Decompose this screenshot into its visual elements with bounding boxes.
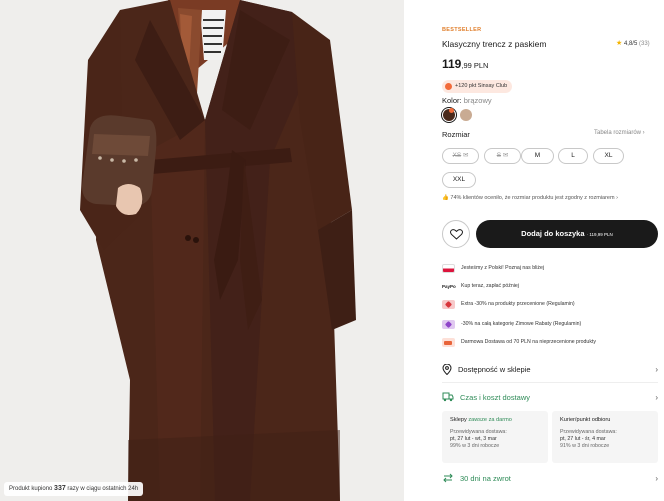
rating-value: 4,8/5 (623, 41, 638, 47)
paypo-logo: PayPo (442, 283, 456, 289)
polish-flag-icon (442, 263, 455, 273)
product-photo[interactable]: Produkt kupiono 337 razy w ciągu ostatni… (0, 0, 404, 501)
perk-text: Kup teraz, zapłać później (461, 283, 519, 289)
cart-label: Dodaj do koszyka (521, 229, 585, 238)
chevron-right-icon: › (655, 392, 658, 402)
chevron-right-icon: › (655, 473, 658, 483)
location-pin-icon (442, 363, 452, 375)
size-label: Rozmiar (442, 130, 470, 139)
card-accent: zawsze za darmo (468, 417, 512, 423)
price-rest: ,99 PLN (461, 61, 489, 70)
star-icon: ★ (616, 40, 623, 47)
color-label: Kolor: brązowy (442, 96, 492, 105)
fit-note-text: 74% klientów oceniło, że rozmiar produkt… (450, 195, 618, 201)
fit-note[interactable]: 👍 74% klientów oceniło, że rozmiar produ… (442, 195, 618, 201)
perk-paypo[interactable]: PayPo Kup teraz, zapłać później (442, 280, 519, 292)
perk-text: Extra -30% na produkty przecenione (Regu… (461, 301, 575, 307)
perk-extra-discount[interactable]: Extra -30% na produkty przecenione (Regu… (442, 298, 575, 310)
product-price: 119,99 PLN (442, 57, 488, 71)
perk-polish[interactable]: Jesteśmy z Polski! Poznaj nas bliżej (442, 262, 544, 274)
size-option-m[interactable]: M (521, 148, 554, 164)
perk-text: Darmowa Dostawa od 70 PLN na nieprzeceni… (461, 339, 596, 345)
size-option-l[interactable]: L (558, 148, 588, 164)
card-head: Kurier/punkt odbioru (560, 417, 650, 424)
size-option-s[interactable]: S ✉ (484, 148, 521, 164)
rating-count: (33) (638, 41, 650, 47)
card-line: pt, 27 lut - śr, 4 mar (560, 436, 606, 442)
banner-prefix: Produkt kupiono (9, 486, 53, 492)
delivery-section[interactable]: Czas i koszt dostawy › (442, 388, 658, 406)
returns-section[interactable]: 30 dni na zwrot › (442, 469, 658, 487)
color-label-text: Kolor: (442, 96, 462, 105)
card-line: pt, 27 lut - wt, 3 mar (450, 436, 497, 442)
banner-suffix: razy w ciągu ostatnich 24h (67, 486, 139, 492)
card-title: Sklepy (450, 417, 467, 423)
color-swatch-beige[interactable] (460, 109, 472, 121)
perk-winter-discount[interactable]: -30% na całą kategorię Zimowe Rabaty (Re… (442, 318, 581, 330)
delivery-label: Czas i koszt dostawy (460, 392, 531, 402)
product-image (0, 0, 404, 501)
delivery-card-stores: Sklepy zawsze za darmo Przewidywana dost… (442, 411, 548, 463)
mail-icon: ✉ (463, 152, 469, 159)
delivery-card-courier: Kurier/punkt odbioru Przewidywana dostaw… (552, 411, 658, 463)
truck-outline-icon (442, 392, 454, 402)
bestseller-badge: BESTSELLER (442, 27, 482, 33)
returns-label: 30 dni na zwrot (460, 473, 511, 483)
size-option-xl[interactable]: XL (593, 148, 624, 164)
club-icon (445, 83, 452, 90)
cart-price: · 119,99 PLN (586, 232, 613, 237)
heart-icon (450, 229, 463, 240)
perk-text: -30% na całą kategorię Zimowe Rabaty (Re… (461, 321, 582, 327)
card-line: 91% w 3 dni robocze (560, 443, 610, 449)
size-label-s: S (496, 152, 502, 159)
discount-tag-icon (442, 299, 455, 309)
availability-section[interactable]: Dostępność w sklepie › (442, 360, 658, 378)
perk-text: Jesteśmy z Polski! Poznaj nas bliżej (461, 265, 545, 271)
divider (442, 382, 658, 383)
favorite-button[interactable] (442, 220, 470, 248)
add-to-cart-button[interactable]: Dodaj do koszyka · 119,99 PLN (476, 220, 658, 248)
availability-label: Dostępność w sklepie (458, 364, 531, 374)
thumbs-up-icon: 👍 (442, 195, 449, 201)
card-head: Sklepy zawsze za darmo (450, 417, 540, 424)
mail-icon: ✉ (502, 152, 509, 159)
club-text: +120 pkt Sinsay Club (455, 83, 508, 89)
card-line: Przewidywana dostawa: (450, 429, 507, 435)
purchase-count-banner: Produkt kupiono 337 razy w ciągu ostatni… (4, 482, 144, 496)
product-rating[interactable]: ★ 4,8/5 (33) (616, 39, 650, 47)
size-table-link[interactable]: Tabela rozmiarów › (594, 130, 645, 136)
return-arrows-icon (443, 473, 453, 483)
size-option-xs[interactable]: XS ✉ (442, 148, 479, 164)
club-points-badge: +120 pkt Sinsay Club (442, 80, 513, 93)
card-line: Przewidywana dostawa: (560, 429, 617, 435)
size-label-xs: XS (452, 152, 462, 159)
product-title: Klasyczny trencz z paskiem (442, 39, 547, 49)
banner-count: 337 (54, 485, 66, 492)
perk-free-delivery[interactable]: Darmowa Dostawa od 70 PLN na nieprzeceni… (442, 336, 596, 348)
truck-icon (442, 337, 455, 347)
color-value: brązowy (463, 96, 492, 105)
chevron-right-icon: › (655, 364, 658, 374)
discount-tag-icon (442, 319, 455, 329)
size-option-xxl[interactable]: XXL (442, 172, 476, 188)
card-line: 99% w 3 dni robocze (450, 443, 500, 449)
card-title: Kurier/punkt odbioru (560, 417, 611, 423)
color-swatch-brown[interactable] (443, 108, 455, 121)
price-main: 119 (442, 57, 462, 71)
